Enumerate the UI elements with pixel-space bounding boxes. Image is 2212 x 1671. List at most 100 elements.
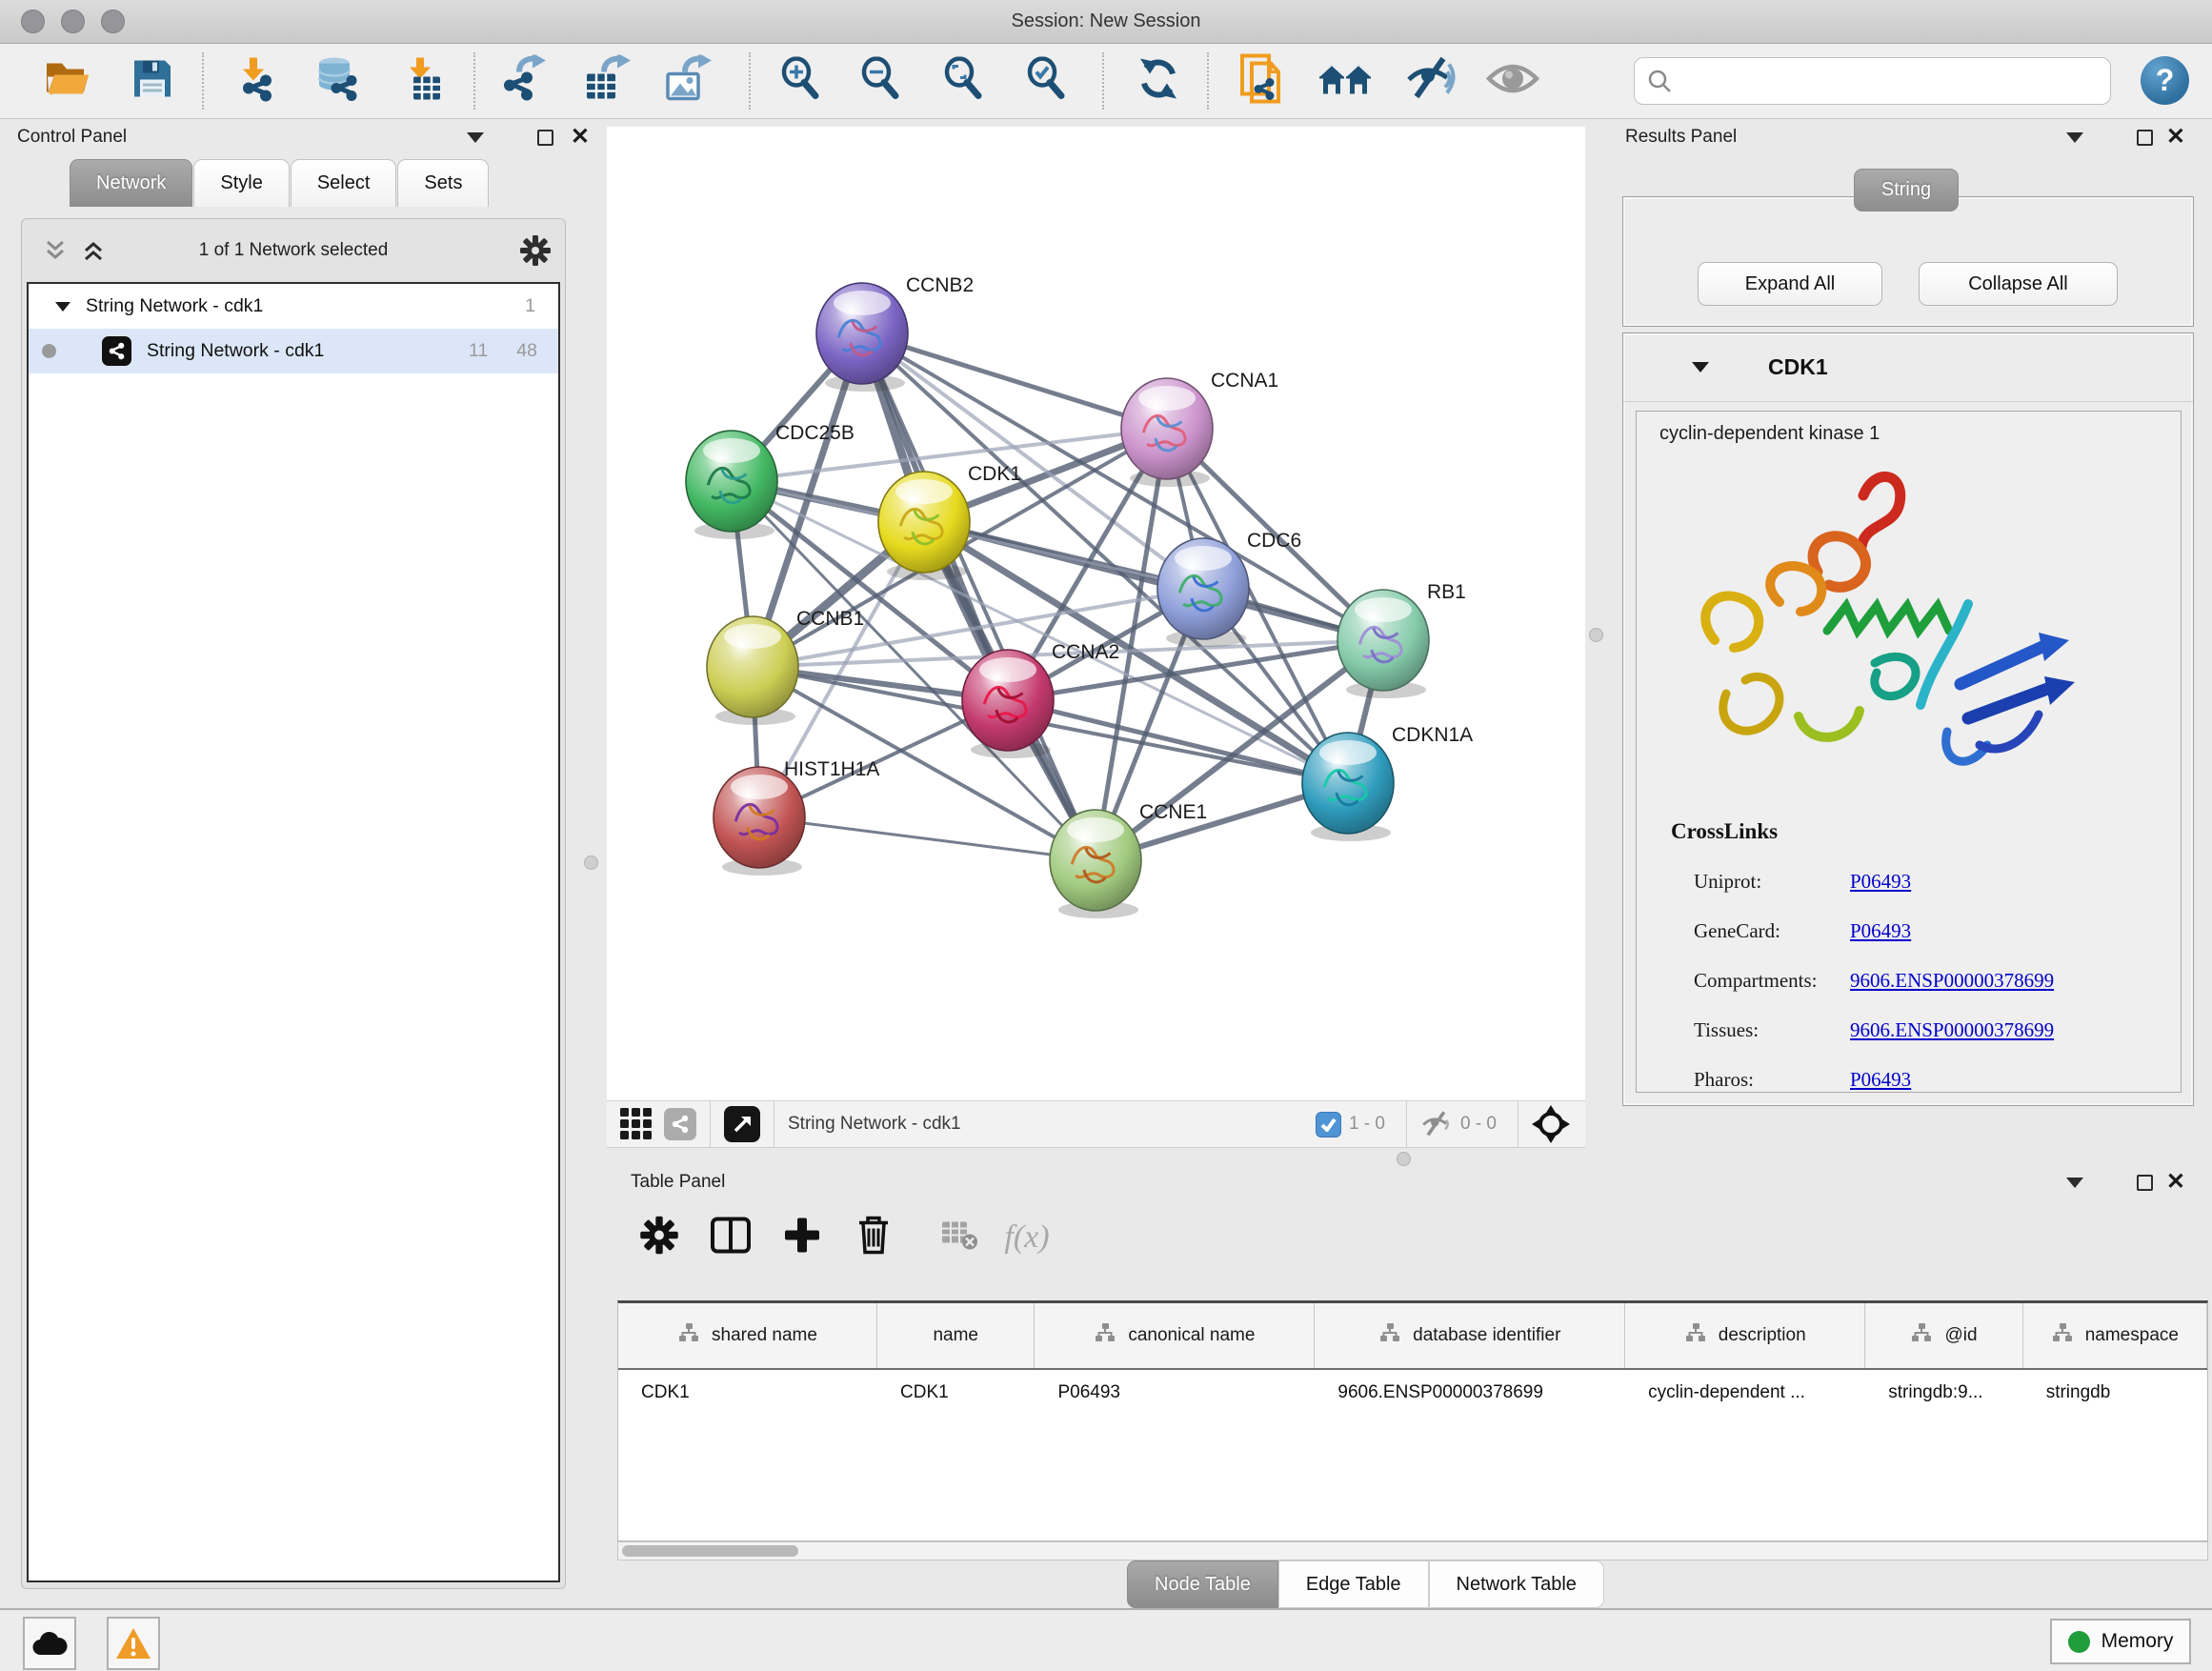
table-cell[interactable]: P06493	[1035, 1382, 1315, 1403]
import-table-file-icon[interactable]	[402, 56, 446, 107]
delete-table-icon[interactable]	[940, 1220, 978, 1256]
panel-menu-icon[interactable]	[2066, 132, 2083, 143]
hidden-items-icon[interactable]	[1420, 1110, 1453, 1138]
clone-network-icon[interactable]	[1238, 52, 1288, 111]
panel-float-icon[interactable]	[537, 130, 553, 146]
zoom-selected-icon[interactable]	[1025, 57, 1069, 106]
column-header-description[interactable]: description	[1625, 1303, 1865, 1368]
search-input[interactable]	[1681, 70, 2098, 91]
column-header-name[interactable]: name	[877, 1303, 1035, 1368]
tab-network[interactable]: Network	[70, 159, 192, 207]
add-column-icon[interactable]	[783, 1217, 821, 1259]
network-node-CDKN1A[interactable]: CDKN1A	[1302, 724, 1473, 841]
panel-menu-icon[interactable]	[2066, 1178, 2083, 1188]
panel-float-icon[interactable]	[2137, 130, 2153, 146]
expand-all-button[interactable]: Expand All	[1698, 262, 1882, 306]
network-edge-CCNB2-CCNE1[interactable]	[862, 333, 1096, 860]
zoom-out-icon[interactable]	[859, 57, 903, 106]
panel-close-icon[interactable]: ✕	[2166, 126, 2185, 149]
tab-select[interactable]: Select	[291, 159, 397, 207]
close-window-button[interactable]	[21, 10, 45, 33]
network-node-HIST1H1A[interactable]: HIST1H1A	[714, 758, 879, 876]
zoom-window-button[interactable]	[101, 10, 125, 33]
crosslink-link[interactable]: P06493	[1850, 870, 1911, 894]
panel-menu-icon[interactable]	[467, 132, 484, 143]
crosslink-link[interactable]: P06493	[1850, 919, 1911, 943]
open-session-icon[interactable]	[43, 58, 90, 105]
function-builder-icon[interactable]: f(x)	[1004, 1219, 1049, 1256]
table-cell[interactable]: CDK1	[618, 1382, 877, 1403]
table-settings-gear-icon[interactable]	[639, 1216, 679, 1260]
table-cell[interactable]: CDK1	[877, 1382, 1035, 1403]
network-graph[interactable]: CCNB2CCNA1CDC25BCDK1CDC6RB1CCNB1CCNA2CDK…	[607, 127, 1585, 1100]
crosslink-link[interactable]: 9606.ENSP00000378699	[1850, 969, 2054, 993]
show-all-networks-icon[interactable]	[1317, 58, 1375, 105]
network-node-RB1[interactable]: RB1	[1337, 581, 1466, 698]
column-header-canonical-name[interactable]: canonical name	[1035, 1303, 1315, 1368]
tab-node-table[interactable]: Node Table	[1127, 1560, 1278, 1608]
import-network-database-icon[interactable]	[313, 56, 363, 107]
refresh-view-icon[interactable]	[1136, 57, 1180, 106]
memory-button[interactable]: Memory	[2050, 1619, 2191, 1664]
tab-edge-table[interactable]: Edge Table	[1278, 1560, 1429, 1608]
export-table-icon[interactable]	[583, 55, 631, 108]
hide-selected-icon[interactable]	[1405, 55, 1457, 108]
right-splitter-handle[interactable]	[1589, 628, 1603, 642]
panel-float-icon[interactable]	[2137, 1175, 2153, 1191]
network-node-CCNB2[interactable]: CCNB2	[816, 274, 974, 392]
table-horizontal-scrollbar[interactable]	[617, 1541, 2208, 1560]
column-header--id[interactable]: @id	[1865, 1303, 2022, 1368]
import-network-file-icon[interactable]	[234, 56, 280, 107]
network-view-share-icon[interactable]	[664, 1108, 696, 1140]
table-cell[interactable]: stringdb	[2023, 1382, 2207, 1403]
crosslink-link[interactable]: 9606.ENSP00000378699	[1850, 1018, 2054, 1042]
network-collection-row[interactable]: String Network - cdk1 1	[29, 284, 558, 329]
selected-nodes-icon[interactable]	[1316, 1112, 1341, 1137]
table-row[interactable]: CDK1CDK1P064939606.ENSP00000378699cyclin…	[618, 1370, 2207, 1415]
collapse-all-button[interactable]: Collapse All	[1919, 262, 2118, 306]
table-cell[interactable]: 9606.ENSP00000378699	[1315, 1382, 1625, 1403]
bottom-splitter-handle[interactable]	[1397, 1152, 1411, 1166]
left-splitter-handle[interactable]	[584, 856, 598, 870]
column-header-database-identifier[interactable]: database identifier	[1315, 1303, 1625, 1368]
network-node-CCNA1[interactable]: CCNA1	[1121, 370, 1278, 487]
panel-close-icon[interactable]: ✕	[2166, 1171, 2185, 1194]
network-node-CDC6[interactable]: CDC6	[1157, 530, 1301, 647]
export-network-icon[interactable]	[500, 55, 548, 108]
export-image-icon[interactable]	[664, 55, 712, 108]
gene-header-row[interactable]: CDK1	[1623, 333, 2193, 402]
network-node-CCNB1[interactable]: CCNB1	[707, 608, 864, 725]
network-canvas[interactable]: CCNB2CCNA1CDC25BCDK1CDC6RB1CCNB1CCNA2CDK…	[607, 127, 1585, 1100]
tab-string[interactable]: String	[1854, 169, 1959, 211]
column-header-namespace[interactable]: namespace	[2023, 1303, 2207, 1368]
network-node-CCNE1[interactable]: CCNE1	[1050, 801, 1207, 918]
tree-expand-icon[interactable]	[55, 300, 70, 313]
zoom-fit-content-icon[interactable]	[942, 57, 986, 106]
minimize-window-button[interactable]	[61, 10, 85, 33]
warnings-button[interactable]	[107, 1617, 160, 1670]
tab-style[interactable]: Style	[193, 159, 289, 207]
gene-collapse-icon[interactable]	[1692, 360, 1709, 379]
network-row[interactable]: String Network - cdk1 11 48	[29, 329, 558, 373]
tab-sets[interactable]: Sets	[397, 159, 489, 207]
cloud-button[interactable]	[23, 1617, 76, 1670]
grid-view-icon[interactable]	[620, 1108, 653, 1140]
save-session-icon[interactable]	[131, 57, 174, 106]
network-options-gear-icon[interactable]	[519, 234, 552, 272]
show-columns-icon[interactable]	[710, 1217, 752, 1259]
network-edge-CCNB2-CCNA1[interactable]	[862, 333, 1167, 429]
table-cell[interactable]: cyclin-dependent ...	[1625, 1382, 1865, 1403]
scrollbar-thumb[interactable]	[622, 1545, 798, 1557]
panel-close-icon[interactable]: ✕	[571, 126, 590, 149]
help-button[interactable]: ?	[2141, 56, 2189, 105]
network-node-CDK1[interactable]: CDK1	[878, 463, 1021, 580]
network-edge-HIST1H1A-CCNE1[interactable]	[759, 817, 1096, 860]
show-hidden-icon[interactable]	[1486, 61, 1539, 102]
delete-column-icon[interactable]	[855, 1215, 892, 1261]
column-header-shared-name[interactable]: shared name	[618, 1303, 877, 1368]
table-cell[interactable]: stringdb:9...	[1865, 1382, 2022, 1403]
zoom-in-icon[interactable]	[779, 57, 823, 106]
birdseye-view-icon[interactable]	[724, 1106, 760, 1142]
crosslink-link[interactable]: P06493	[1850, 1068, 1911, 1092]
tab-network-table[interactable]: Network Table	[1429, 1560, 1604, 1608]
